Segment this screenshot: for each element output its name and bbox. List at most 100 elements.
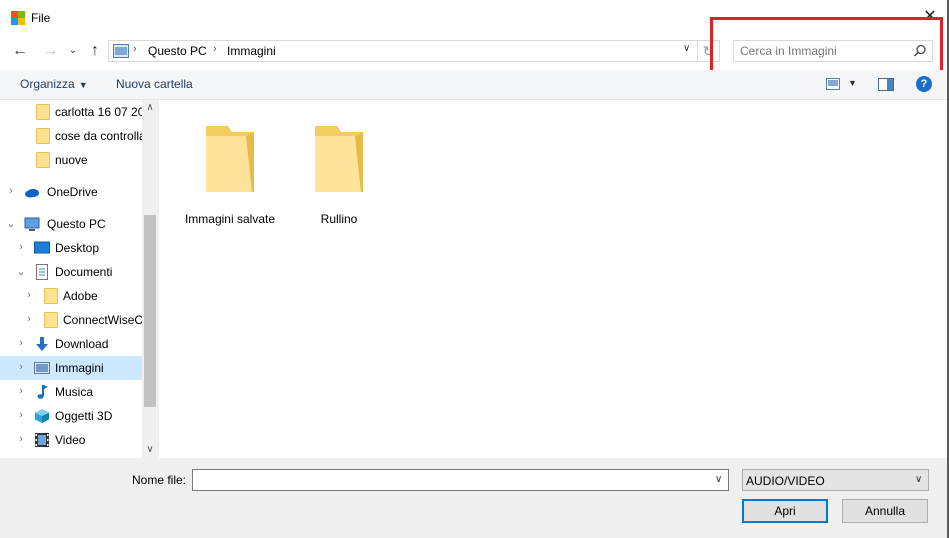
folder-icon bbox=[44, 312, 58, 328]
nav-item-desktop[interactable]: › Desktop bbox=[0, 236, 142, 260]
cloud-icon bbox=[25, 189, 39, 198]
nav-item-adobe[interactable]: › Adobe bbox=[0, 284, 142, 308]
computer-icon bbox=[24, 217, 40, 231]
nav-item-documenti[interactable]: ⌄ Documenti bbox=[0, 260, 142, 284]
document-icon bbox=[36, 264, 48, 280]
download-arrow-icon bbox=[36, 337, 48, 351]
window-title: File bbox=[31, 11, 51, 25]
folder-icon bbox=[315, 126, 363, 192]
chevron-right-icon[interactable]: › bbox=[16, 409, 26, 421]
navigation-pane[interactable]: carlotta 16 07 20 cose da controlla nuov… bbox=[0, 100, 158, 458]
view-dropdown-icon[interactable]: ▼ bbox=[848, 78, 857, 88]
chevron-down-icon[interactable]: ⌄ bbox=[16, 265, 26, 278]
folder-label: Rullino bbox=[320, 212, 358, 226]
back-arrow-icon[interactable]: ← bbox=[9, 40, 31, 62]
nav-item-carlotta[interactable]: carlotta 16 07 20 bbox=[0, 100, 145, 124]
nav-item-label: cose da controlla bbox=[55, 129, 146, 143]
chevron-right-icon[interactable]: › bbox=[16, 337, 26, 349]
breadcrumb-separator-icon: › bbox=[213, 43, 217, 55]
folder-icon bbox=[36, 104, 50, 120]
chevron-right-icon[interactable]: › bbox=[6, 185, 16, 197]
chevron-down-icon[interactable]: ∨ bbox=[915, 474, 922, 485]
nav-item-oggetti-3d[interactable]: › Oggetti 3D bbox=[0, 404, 142, 428]
scroll-up-icon[interactable]: ∧ bbox=[142, 102, 158, 113]
search-input[interactable] bbox=[740, 43, 910, 59]
refresh-icon[interactable]: ↻ bbox=[698, 40, 720, 62]
folder-label: Immagini salvate bbox=[184, 212, 276, 226]
filename-label: Nome file: bbox=[132, 473, 187, 487]
nav-item-label: Adobe bbox=[63, 289, 98, 303]
pictures-folder-icon bbox=[34, 362, 50, 374]
nav-item-cose-da-controllare[interactable]: cose da controlla bbox=[0, 124, 146, 148]
preview-pane-icon[interactable] bbox=[878, 78, 894, 91]
bottom-panel: Nome file: ∨ AUDIO/VIDEO ∨ Apri Annulla bbox=[0, 458, 949, 538]
nav-item-connectwise[interactable]: › ConnectWiseC bbox=[0, 308, 144, 332]
open-button[interactable]: Apri bbox=[742, 499, 828, 523]
close-icon[interactable]: ✕ bbox=[920, 7, 940, 27]
folder-icon bbox=[36, 128, 50, 144]
nav-item-label: Immagini bbox=[55, 361, 104, 375]
new-folder-button[interactable]: Nuova cartella bbox=[116, 77, 193, 91]
organize-label: Organizza bbox=[20, 77, 75, 91]
navpane-scrollbar-thumb[interactable] bbox=[144, 215, 156, 407]
chevron-right-icon[interactable]: › bbox=[16, 385, 26, 397]
nav-item-download[interactable]: › Download bbox=[0, 332, 142, 356]
nav-item-onedrive[interactable]: › OneDrive bbox=[0, 180, 142, 204]
nav-item-musica[interactable]: › Musica bbox=[0, 380, 142, 404]
address-dropdown-icon[interactable]: ∨ bbox=[683, 43, 690, 54]
folder-icon bbox=[36, 152, 50, 168]
nav-item-nuove[interactable]: nuove bbox=[0, 148, 142, 172]
nav-item-questo-pc[interactable]: ⌄ Questo PC bbox=[0, 212, 142, 236]
search-icon[interactable] bbox=[913, 44, 927, 58]
title-bar: File ✕ bbox=[0, 0, 949, 36]
nav-item-video[interactable]: › Video bbox=[0, 428, 142, 452]
chevron-right-icon[interactable]: › bbox=[24, 313, 34, 325]
help-icon[interactable]: ? bbox=[916, 76, 932, 92]
nav-item-label: Musica bbox=[55, 385, 94, 399]
chevron-right-icon[interactable]: › bbox=[16, 241, 26, 253]
forward-arrow-icon[interactable]: → bbox=[39, 40, 61, 62]
up-arrow-icon[interactable]: ↑ bbox=[84, 40, 106, 62]
file-type-select[interactable]: AUDIO/VIDEO ∨ bbox=[742, 469, 929, 491]
nav-item-immagini[interactable]: › Immagini bbox=[0, 356, 142, 380]
chevron-right-icon[interactable]: › bbox=[16, 433, 26, 445]
filename-input[interactable] bbox=[196, 472, 706, 488]
nav-item-label: Oggetti 3D bbox=[55, 409, 113, 423]
scroll-down-icon[interactable]: ∨ bbox=[142, 444, 158, 455]
nav-item-label: Download bbox=[55, 337, 109, 351]
nav-item-label: ConnectWiseC bbox=[63, 313, 144, 327]
search-box[interactable] bbox=[733, 40, 933, 62]
view-options-icon[interactable] bbox=[826, 78, 840, 90]
nav-item-label: Video bbox=[55, 433, 86, 447]
chevron-down-icon[interactable]: ∨ bbox=[715, 474, 722, 485]
nav-item-label: Desktop bbox=[55, 241, 100, 255]
nav-item-label: Questo PC bbox=[47, 217, 106, 231]
chevron-right-icon[interactable]: › bbox=[24, 289, 34, 301]
breadcrumb-questo-pc[interactable]: Questo PC bbox=[148, 44, 207, 58]
filename-combobox[interactable]: ∨ bbox=[192, 469, 729, 491]
nav-item-label: nuove bbox=[55, 153, 88, 167]
address-bar[interactable]: › Questo PC › Immagini ∨ bbox=[108, 40, 698, 62]
breadcrumb-immagini[interactable]: Immagini bbox=[227, 44, 276, 58]
command-bar: Organizza ▼ Nuova cartella ▼ ? bbox=[0, 70, 949, 100]
film-strip-icon bbox=[35, 433, 49, 447]
recent-chevron-icon[interactable]: ⌄ bbox=[62, 40, 84, 62]
nav-item-label: Documenti bbox=[55, 265, 113, 279]
caret-down-icon: ▼ bbox=[78, 80, 88, 90]
folder-item-immagini-salvate[interactable]: Immagini salvate bbox=[180, 108, 280, 226]
organize-button[interactable]: Organizza ▼ bbox=[20, 77, 88, 91]
breadcrumb-separator-icon: › bbox=[133, 43, 137, 55]
cancel-button[interactable]: Annulla bbox=[842, 499, 928, 523]
nav-item-label: carlotta 16 07 20 bbox=[55, 105, 145, 119]
chevron-down-icon[interactable]: ⌄ bbox=[6, 217, 16, 230]
file-list-area[interactable]: Immagini salvate Rullino bbox=[158, 100, 947, 458]
folder-icon bbox=[44, 288, 58, 304]
chevron-right-icon[interactable]: › bbox=[16, 361, 26, 373]
cube-3d-icon bbox=[35, 409, 49, 423]
pictures-folder-icon bbox=[113, 44, 129, 58]
desktop-icon bbox=[34, 241, 50, 254]
music-note-icon bbox=[37, 385, 48, 399]
folder-item-rullino[interactable]: Rullino bbox=[289, 108, 389, 226]
file-type-value: AUDIO/VIDEO bbox=[746, 474, 825, 488]
folder-icon bbox=[206, 126, 254, 192]
